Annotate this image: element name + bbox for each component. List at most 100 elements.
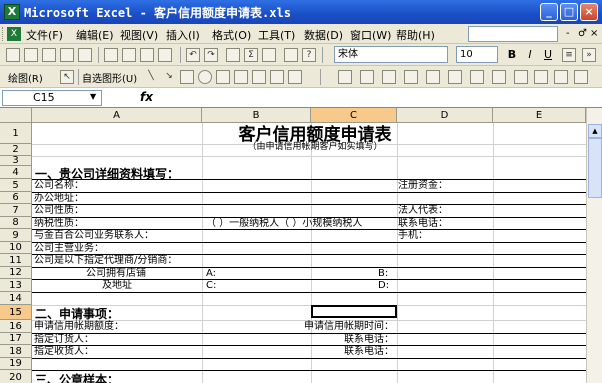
menu-window[interactable]: 窗口(W) <box>350 27 391 43</box>
row-header-19[interactable]: 19 <box>0 358 32 370</box>
active-cell-c15[interactable] <box>311 305 397 318</box>
cell-orderer-phone[interactable]: 联系电话： <box>344 334 394 346</box>
name-box[interactable]: C15 <box>2 90 102 106</box>
column-header-e[interactable]: E <box>493 108 586 123</box>
draw-menu[interactable]: 绘图(R) <box>8 70 43 85</box>
spelling-icon[interactable] <box>140 48 154 62</box>
save-icon[interactable] <box>42 48 56 62</box>
font-size-select[interactable]: 10 <box>456 46 498 63</box>
menu-file[interactable]: 文件(F) <box>26 27 63 43</box>
row-header-17[interactable]: 17 <box>0 333 32 345</box>
cell-orderer[interactable]: 指定订货人： <box>34 334 94 346</box>
merge-cells-icon[interactable] <box>514 70 528 84</box>
line-icon[interactable]: ╲ <box>144 70 158 84</box>
row-header-15[interactable]: 15 <box>0 305 32 320</box>
cell-office-addr[interactable]: 办公地址： <box>34 193 84 205</box>
worksheet-grid[interactable]: A B C D E 1 2 3 4 5 6 7 8 9 10 11 12 13 … <box>0 108 602 383</box>
line-color-icon[interactable] <box>360 70 374 84</box>
chart-wizard-icon[interactable] <box>284 48 298 62</box>
row-header-1[interactable]: 1 <box>0 123 32 144</box>
cell-receiver[interactable]: 指定收货人： <box>34 346 94 358</box>
textbox-icon[interactable] <box>216 70 230 84</box>
cell-taxpayer-type[interactable]: （ ）一般纳税人（ ）小规模纳税人 <box>206 218 362 230</box>
scroll-thumb[interactable] <box>588 138 602 198</box>
row-header-5[interactable]: 5 <box>0 179 32 192</box>
cell-agents[interactable]: 公司是以下指定代理商/分销商： <box>34 255 177 267</box>
menu-tools[interactable]: 工具(T) <box>258 27 295 43</box>
fill-color-icon[interactable] <box>338 70 352 84</box>
row-header-20[interactable]: 20 <box>0 370 32 383</box>
cell-mobile[interactable]: 手机： <box>398 230 428 242</box>
print-preview-icon[interactable] <box>122 48 136 62</box>
clipart-icon[interactable] <box>270 70 284 84</box>
permission-icon[interactable] <box>60 48 74 62</box>
rectangle-icon[interactable] <box>180 70 194 84</box>
insert-function-icon[interactable]: fx <box>140 90 153 104</box>
line-style-icon[interactable] <box>404 70 418 84</box>
scroll-up-icon[interactable]: ▲ <box>588 124 602 138</box>
autoshapes-menu[interactable]: 自选图形(U) <box>82 70 137 85</box>
row-header-7[interactable]: 7 <box>0 204 32 217</box>
underline-button[interactable]: U <box>540 47 556 63</box>
maximize-button[interactable]: □ <box>560 3 578 21</box>
cell-store-b[interactable]: B: <box>378 268 388 280</box>
dash-style-icon[interactable] <box>426 70 440 84</box>
picture-icon[interactable] <box>288 70 302 84</box>
menu-view[interactable]: 视图(V) <box>120 27 158 43</box>
wordart-icon[interactable] <box>234 70 248 84</box>
diagram-icon[interactable] <box>252 70 266 84</box>
row-header-12[interactable]: 12 <box>0 267 32 279</box>
menu-data[interactable]: 数据(D) <box>304 27 343 43</box>
cell-reg-capital[interactable]: 注册资金： <box>398 180 448 192</box>
select-all-corner[interactable] <box>0 108 32 123</box>
cell-store-a[interactable]: A: <box>206 268 216 280</box>
cell-credit-limit[interactable]: 申请信用帐期额度： <box>34 321 124 333</box>
paste-icon[interactable] <box>158 48 172 62</box>
row-header-9[interactable]: 9 <box>0 229 32 242</box>
cell-receiver-phone[interactable]: 联系电话： <box>344 346 394 358</box>
help-search-input[interactable] <box>468 26 558 42</box>
cell-contact-phone[interactable]: 联系电话： <box>398 218 448 230</box>
menu-edit[interactable]: 编辑(E) <box>76 27 114 43</box>
cell-credit-time[interactable]: 申请信用帐期时间： <box>304 321 394 333</box>
italic-button[interactable]: I <box>522 47 538 63</box>
cell-baihe-contact[interactable]: 与金百合公司业务联系人： <box>34 230 154 242</box>
row-header-8[interactable]: 8 <box>0 217 32 229</box>
research-icon[interactable] <box>574 70 588 84</box>
cell-main-business[interactable]: 公司主营业务： <box>34 243 104 255</box>
arrow-style-icon[interactable] <box>448 70 462 84</box>
menu-help[interactable]: 帮助(H) <box>396 27 435 43</box>
zoom-icon[interactable] <box>554 70 568 84</box>
autosum-icon[interactable]: Σ <box>244 48 258 62</box>
row-header-11[interactable]: 11 <box>0 254 32 267</box>
print-icon[interactable] <box>104 48 118 62</box>
toolbar-options-icon[interactable]: » <box>582 48 596 62</box>
toolbar-grip[interactable] <box>2 27 5 41</box>
row-header-13[interactable]: 13 <box>0 279 32 292</box>
namebox-dropdown-icon[interactable]: ▼ <box>90 92 96 101</box>
hyperlink-icon[interactable] <box>226 48 240 62</box>
row-header-3[interactable]: 3 <box>0 156 32 166</box>
open-icon[interactable] <box>24 48 38 62</box>
row-header-10[interactable]: 10 <box>0 242 32 254</box>
cell-store-d[interactable]: D: <box>378 280 389 292</box>
vertical-scrollbar[interactable]: ▲ <box>586 108 602 383</box>
redo-icon[interactable]: ↷ <box>204 48 218 62</box>
sort-ascending-icon[interactable] <box>262 48 276 62</box>
3d-icon[interactable] <box>492 70 506 84</box>
row-header-14[interactable]: 14 <box>0 292 32 305</box>
row-header-4[interactable]: 4 <box>0 166 32 179</box>
workbook-icon[interactable]: X <box>7 27 21 41</box>
mdi-restore-button[interactable]: ♂ <box>578 28 587 39</box>
mdi-minimize-button[interactable]: - <box>566 28 570 39</box>
arrow-icon[interactable]: ↘ <box>162 70 176 84</box>
minimize-button[interactable]: _ <box>540 3 558 21</box>
close-button[interactable]: × <box>580 3 598 21</box>
row-header-16[interactable]: 16 <box>0 320 32 333</box>
font-color-icon[interactable] <box>382 70 396 84</box>
cell-company-nature[interactable]: 公司性质： <box>34 205 84 217</box>
cell-tax-nature[interactable]: 纳税性质： <box>34 218 84 230</box>
bold-button[interactable]: B <box>504 47 520 63</box>
font-name-select[interactable]: 宋体 <box>334 46 448 63</box>
email-icon[interactable] <box>78 48 92 62</box>
